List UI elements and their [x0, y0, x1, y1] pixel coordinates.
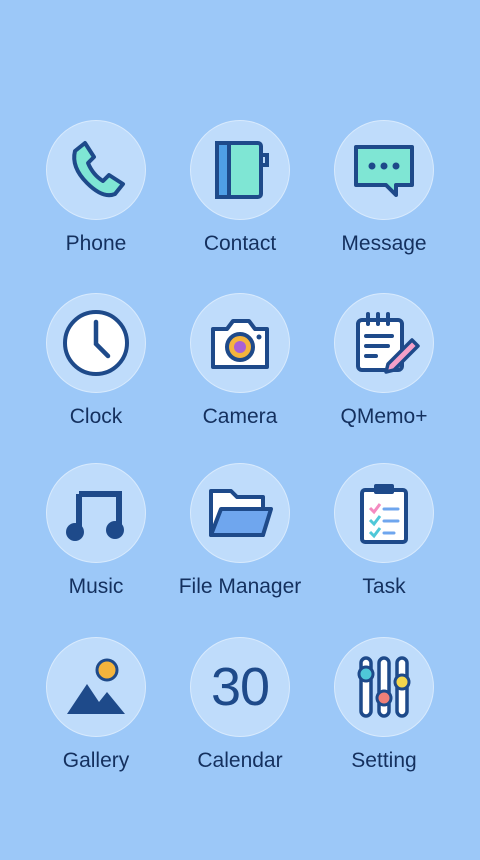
app-label: File Manager — [178, 575, 302, 598]
app-label: Contact — [203, 232, 277, 255]
app-contact[interactable]: Contact — [165, 120, 315, 270]
calendar-date-icon: 30 — [190, 637, 290, 737]
folder-icon — [190, 463, 290, 563]
clock-icon — [46, 293, 146, 393]
app-calendar[interactable]: 30 Calendar — [165, 637, 315, 787]
app-clock[interactable]: Clock — [21, 293, 171, 443]
camera-icon — [190, 293, 290, 393]
app-task[interactable]: Task — [309, 463, 459, 613]
app-music[interactable]: Music — [21, 463, 171, 613]
app-label: Task — [362, 575, 406, 598]
app-label: Clock — [69, 405, 123, 428]
app-file-manager[interactable]: File Manager — [165, 463, 315, 613]
app-label: Music — [68, 575, 124, 598]
picture-mountain-icon — [46, 637, 146, 737]
app-label: Gallery — [62, 749, 130, 772]
app-gallery[interactable]: Gallery — [21, 637, 171, 787]
memo-pencil-icon — [334, 293, 434, 393]
message-bubble-icon — [334, 120, 434, 220]
clipboard-checklist-icon — [334, 463, 434, 563]
app-label: QMemo+ — [340, 405, 428, 428]
app-message[interactable]: Message — [309, 120, 459, 270]
music-note-icon — [46, 463, 146, 563]
app-qmemo[interactable]: QMemo+ — [309, 293, 459, 443]
app-label: Camera — [202, 405, 278, 428]
sliders-icon — [334, 637, 434, 737]
app-label: Setting — [351, 749, 417, 772]
phone-icon — [46, 120, 146, 220]
contact-book-icon — [190, 120, 290, 220]
app-label: Phone — [65, 232, 127, 255]
app-setting[interactable]: Setting — [309, 637, 459, 787]
app-camera[interactable]: Camera — [165, 293, 315, 443]
calendar-date: 30 — [210, 657, 270, 717]
app-label: Calendar — [197, 749, 283, 772]
app-label: Message — [341, 232, 427, 255]
app-phone[interactable]: Phone — [21, 120, 171, 270]
